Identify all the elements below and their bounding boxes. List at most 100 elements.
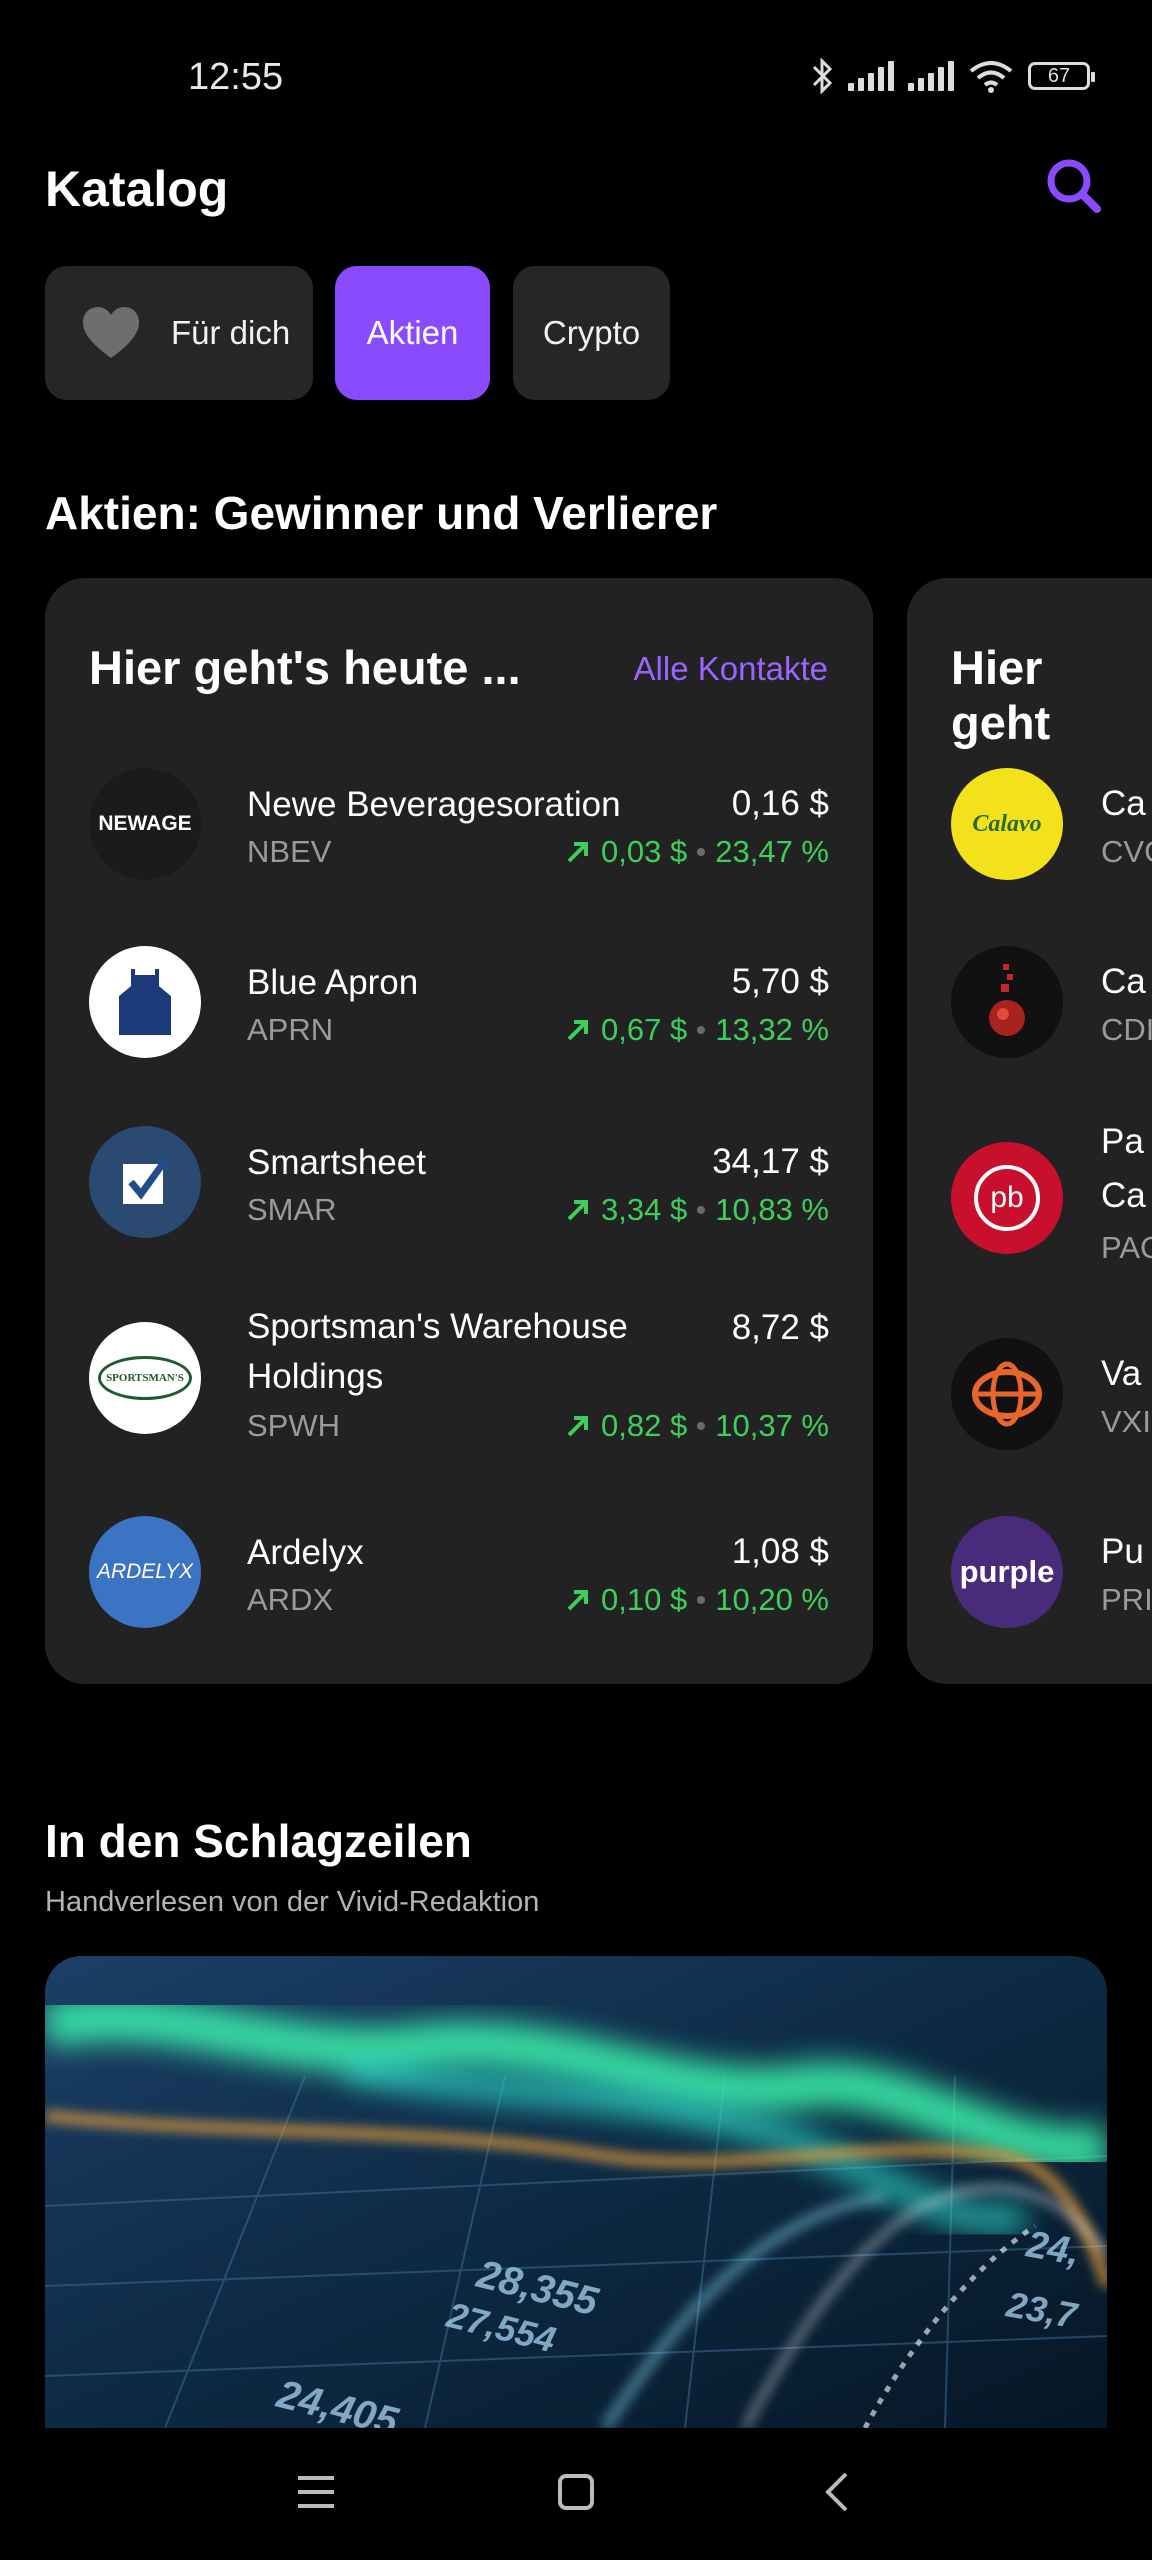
- stock-row[interactable]: pb Pa Ca PAC: [951, 1126, 1152, 1276]
- stock-change: 0,82 $ 10,37 %: [565, 1408, 829, 1444]
- stock-row[interactable]: Smartsheet SMAR 34,17 $ 3,34 $ 10,83 %: [89, 1126, 829, 1241]
- stock-price: 8,72 $: [731, 1308, 829, 1347]
- sportsmans-logo: SPORTSMAN'S: [98, 1356, 192, 1400]
- stock-row[interactable]: NEWAGE Newe Beveragesoration NBEV 0,16 $…: [89, 768, 829, 883]
- separator-dot: [697, 1596, 706, 1604]
- stock-row[interactable]: Calavo Ca CVG: [951, 768, 1152, 883]
- globe-icon: [972, 1361, 1042, 1427]
- stock-name: Blue Apron: [247, 963, 419, 1002]
- company-logo: Calavo: [951, 768, 1063, 880]
- tab-label: Für dich: [171, 314, 291, 351]
- signal-icon: [848, 61, 894, 91]
- stock-row[interactable]: SPORTSMAN'S Sportsman's Warehouse Holdin…: [89, 1300, 829, 1450]
- trend-up-icon: [567, 1590, 589, 1611]
- stock-row[interactable]: Ca CDI: [951, 946, 1152, 1061]
- company-logo: pb: [951, 1142, 1063, 1254]
- apron-icon: [119, 967, 171, 1035]
- company-logo: [951, 946, 1063, 1058]
- trend-up-icon: [567, 842, 589, 863]
- stock-change: 3,34 $ 10,83 %: [565, 1192, 829, 1228]
- headline-image[interactable]: 28,355 27,554 24,405 24, 23,7: [45, 1956, 1107, 2428]
- system-nav-bar: [0, 2428, 1152, 2560]
- stock-row[interactable]: Blue Apron APRN 5,70 $ 0,67 $ 13,32 %: [89, 946, 829, 1061]
- home-icon: [558, 2474, 594, 2510]
- separator-dot: [697, 848, 706, 856]
- stock-change: 0,10 $ 10,20 %: [565, 1582, 829, 1618]
- checkbox-icon: [123, 1155, 170, 1204]
- back-icon: [825, 2472, 848, 2512]
- bluetooth-icon: [812, 58, 833, 94]
- tab-crypto[interactable]: Crypto: [513, 266, 670, 400]
- separator-dot: [697, 1206, 706, 1214]
- trend-up-icon: [567, 1020, 589, 1041]
- stock-name: Ca: [1101, 784, 1146, 823]
- search-icon: [1047, 159, 1101, 213]
- stock-ticker: APRN: [247, 1012, 334, 1047]
- stock-name: Holdings: [247, 1357, 384, 1396]
- menu-icon: [298, 2476, 334, 2508]
- tab-label: Aktien: [366, 314, 459, 351]
- tab-label: Crypto: [542, 314, 641, 351]
- company-logo: ARDELYX: [89, 1516, 201, 1628]
- wifi-icon: [969, 61, 1013, 93]
- menu-button[interactable]: [292, 2468, 340, 2516]
- stock-name: Ardelyx: [247, 1533, 364, 1572]
- status-time: 12:55: [188, 56, 284, 98]
- stock-row[interactable]: purple Pu PRI: [951, 1516, 1152, 1631]
- headlines-title: In den Schlagzeilen: [45, 1815, 472, 1867]
- company-logo: SPORTSMAN'S: [89, 1322, 201, 1434]
- stock-change: 0,67 $ 13,32 %: [565, 1012, 829, 1048]
- stock-name: Ca: [1101, 1176, 1146, 1215]
- stock-name: Sportsman's Warehouse: [247, 1307, 628, 1346]
- stock-ticker: PRI: [1101, 1582, 1152, 1617]
- battery-icon: 67: [1028, 62, 1095, 90]
- stock-chart-photo: 28,355 27,554 24,405 24, 23,7: [45, 1956, 1107, 2428]
- home-button[interactable]: [552, 2468, 600, 2516]
- stock-row[interactable]: Va VXI: [951, 1338, 1152, 1453]
- tab-fuer-dich[interactable]: Für dich: [45, 266, 313, 400]
- stock-ticker: CVG: [1101, 834, 1152, 869]
- heart-icon: [83, 307, 139, 358]
- stock-ticker: NBEV: [247, 834, 332, 869]
- search-button[interactable]: [1044, 156, 1104, 216]
- stock-name: Va: [1101, 1354, 1142, 1393]
- stock-ticker: SMAR: [247, 1192, 337, 1227]
- stock-name: Smartsheet: [247, 1143, 426, 1182]
- stock-name: Pu: [1101, 1532, 1144, 1571]
- stock-price: 34,17 $: [712, 1142, 829, 1181]
- tab-aktien[interactable]: Aktien: [335, 266, 490, 400]
- droplet-icon: [989, 964, 1025, 1036]
- trend-up-icon: [567, 1416, 589, 1437]
- stock-price: 5,70 $: [731, 962, 829, 1001]
- stock-ticker: CDI: [1101, 1012, 1152, 1047]
- company-logo: [89, 1126, 201, 1238]
- company-logo: [89, 946, 201, 1058]
- stock-ticker: VXI: [1101, 1404, 1151, 1439]
- stock-name: Newe Beveragesoration: [247, 785, 621, 824]
- card-title: Hier geht: [951, 641, 1051, 749]
- headlines-subtitle: Handverlesen von der Vivid-Redaktion: [45, 1886, 540, 1918]
- page-title: Katalog: [45, 161, 229, 217]
- stock-change: 0,03 $ 23,47 %: [565, 834, 829, 870]
- back-button[interactable]: [814, 2468, 862, 2516]
- separator-dot: [697, 1422, 706, 1430]
- stock-name: Ca: [1101, 962, 1146, 1001]
- stock-ticker: ARDX: [247, 1582, 334, 1617]
- company-logo: NEWAGE: [89, 768, 201, 880]
- status-icons: 67: [810, 58, 1095, 94]
- trend-up-icon: [567, 1200, 589, 1221]
- stock-price: 0,16 $: [731, 784, 829, 823]
- company-logo: purple: [951, 1516, 1063, 1628]
- stock-price: 1,08 $: [731, 1532, 829, 1571]
- section-title: Aktien: Gewinner und Verlierer: [45, 487, 718, 539]
- all-link[interactable]: Alle Kontakte: [634, 650, 828, 688]
- stock-row[interactable]: ARDELYX Ardelyx ARDX 1,08 $ 0,10 $ 10,20…: [89, 1516, 829, 1631]
- stock-ticker: SPWH: [247, 1408, 340, 1443]
- stock-name: Pa: [1101, 1126, 1144, 1161]
- company-logo: [951, 1338, 1063, 1450]
- separator-dot: [697, 1026, 706, 1034]
- stock-ticker: PAC: [1101, 1230, 1152, 1265]
- signal-icon: [908, 61, 954, 91]
- card-title: Hier geht's heute ...: [89, 641, 521, 694]
- pd-logo: pb: [974, 1165, 1040, 1231]
